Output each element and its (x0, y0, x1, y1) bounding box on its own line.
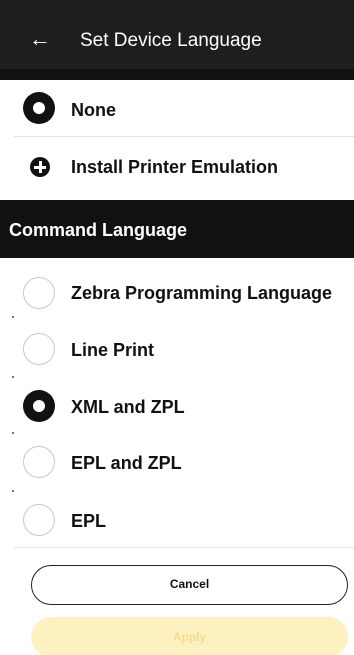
option-xml-and-zpl[interactable]: XML and ZPL (0, 376, 354, 434)
radio-unselected-icon[interactable] (23, 277, 55, 309)
install-printer-emulation-item[interactable]: Install Printer Emulation (0, 137, 354, 200)
radio-unselected-icon[interactable] (23, 446, 55, 478)
plus-circle-icon (30, 157, 50, 177)
option-zebra-programming-language[interactable]: Zebra Programming Language (0, 258, 354, 316)
section-header-command-language: Command Language (0, 200, 354, 258)
radio-selected-icon[interactable] (23, 92, 55, 124)
radio-selected-icon[interactable] (23, 390, 55, 422)
option-none[interactable]: None (0, 80, 354, 136)
option-line-print[interactable]: Line Print (0, 316, 354, 374)
page-title: Set Device Language (80, 30, 262, 51)
option-label: EPL and ZPL (71, 453, 182, 473)
option-label: Zebra Programming Language (71, 283, 333, 303)
option-none-label: None (71, 100, 116, 120)
radio-unselected-icon[interactable] (23, 504, 55, 536)
app-bar-shadow (0, 69, 354, 80)
section-title: Command Language (9, 220, 188, 240)
back-arrow-icon[interactable]: ← (29, 28, 51, 50)
option-label: XML and ZPL (71, 397, 185, 417)
install-printer-emulation-label: Install Printer Emulation (71, 157, 279, 177)
set-device-language-screen: ← Set Device Language None Install Print… (0, 0, 354, 655)
cancel-button[interactable]: Cancel (31, 565, 348, 605)
option-epl[interactable]: EPL (0, 492, 354, 548)
app-bar: ← Set Device Language (0, 0, 354, 80)
option-label: EPL (71, 511, 107, 531)
option-epl-and-zpl[interactable]: EPL and ZPL (0, 434, 354, 492)
radio-unselected-icon[interactable] (23, 333, 55, 365)
option-label: Line Print (71, 340, 155, 360)
divider (14, 547, 354, 548)
apply-button[interactable]: Apply (31, 617, 348, 655)
